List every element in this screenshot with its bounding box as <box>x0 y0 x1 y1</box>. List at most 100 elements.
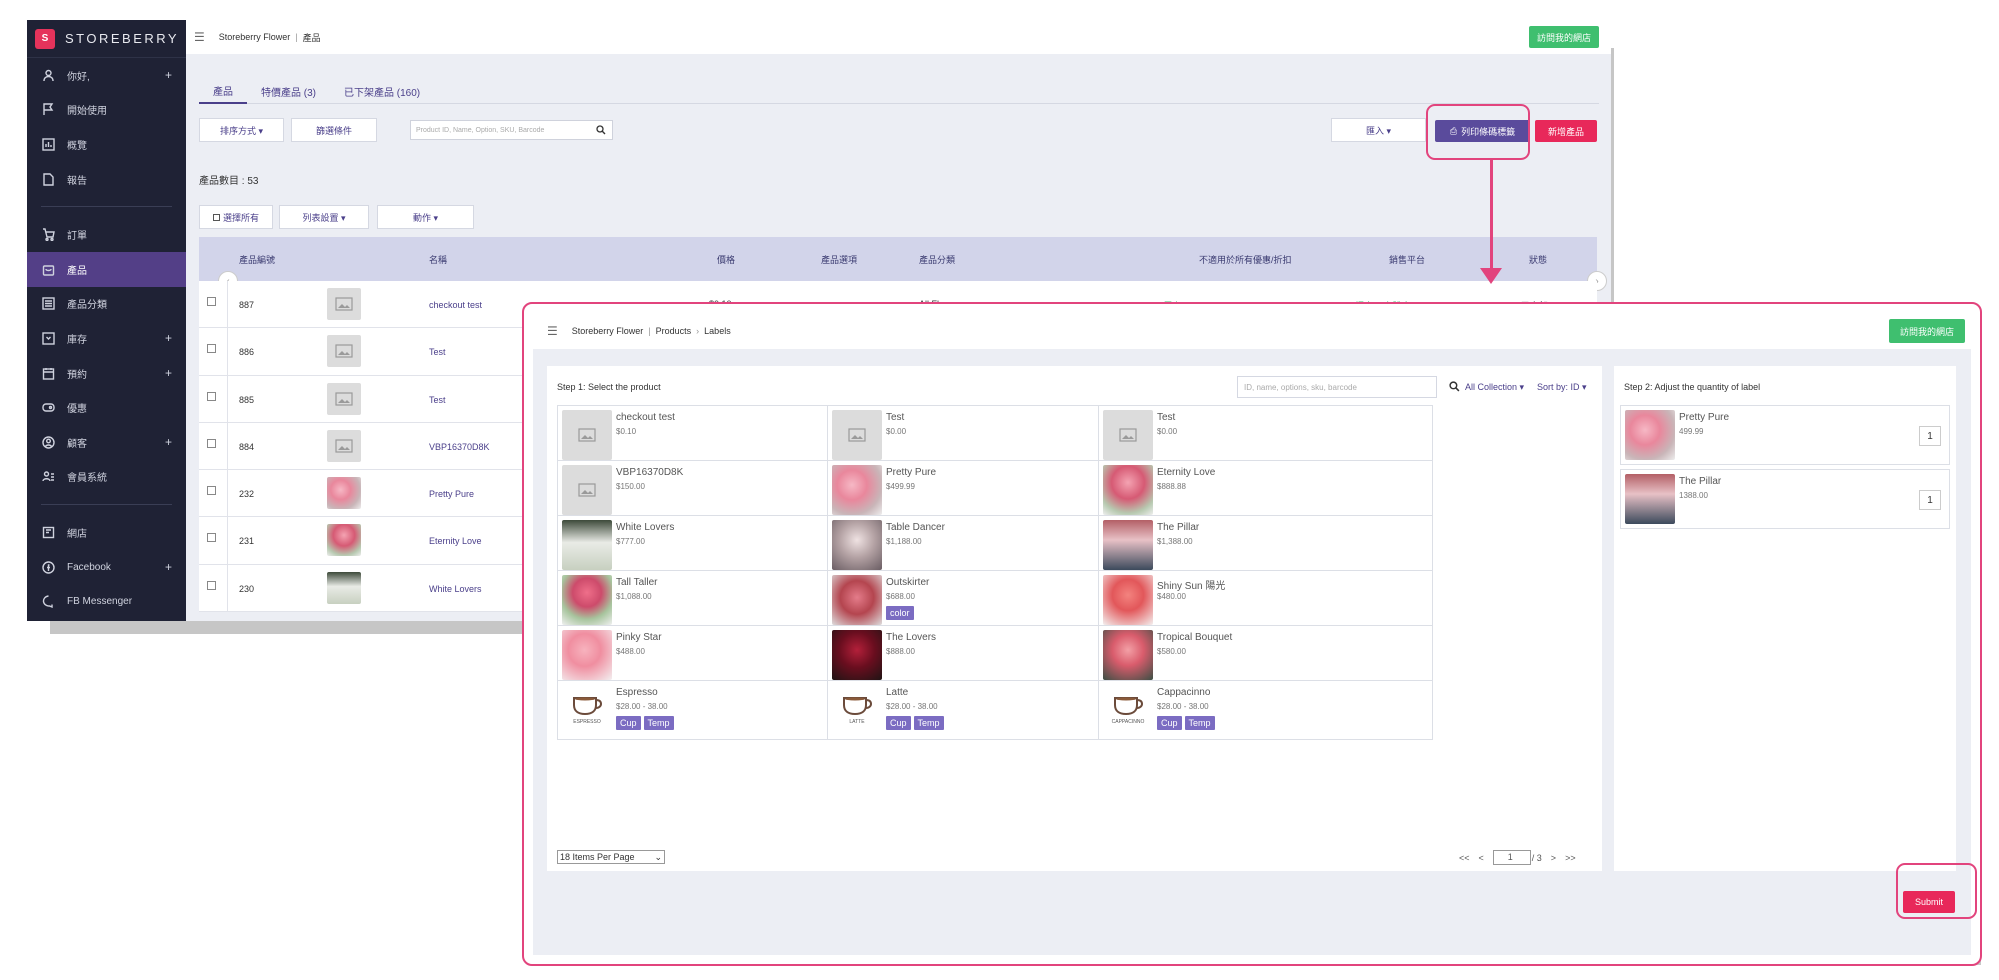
row-product-name[interactable]: Pretty Pure <box>429 489 474 499</box>
col-price[interactable]: 價格 <box>717 253 735 266</box>
visit-store-button[interactable]: 訪問我的網店 <box>1888 319 1965 343</box>
collection-dropdown[interactable]: All Collection ▾ <box>1465 382 1524 393</box>
breadcrumb-products[interactable]: Products <box>656 326 692 336</box>
quantity-input[interactable]: 1 <box>1919 490 1941 510</box>
sidebar-item[interactable]: 網店 <box>27 515 186 550</box>
page-total: / 3 <box>1531 852 1542 863</box>
product-price: $1,088.00 <box>616 592 652 601</box>
product-name: checkout test <box>616 412 675 423</box>
tab-sale-products[interactable]: 特價產品 (3) <box>247 78 330 104</box>
expand-plus-icon[interactable]: + <box>165 331 172 345</box>
product-card[interactable]: Tropical Bouquet $580.00 <box>1098 625 1433 685</box>
actions-dropdown[interactable]: 動作 ▾ <box>377 205 474 229</box>
product-price: $488.00 <box>616 647 645 656</box>
option-tag[interactable]: Temp <box>643 716 674 730</box>
nav-divider <box>41 504 172 506</box>
sidebar-item[interactable]: 你好, + <box>27 58 186 93</box>
option-tag[interactable]: color <box>886 606 914 620</box>
sidebar-item[interactable]: 顧客 + <box>27 425 186 460</box>
col-name[interactable]: 名稱 <box>429 253 447 266</box>
row-checkbox[interactable] <box>207 486 216 496</box>
sidebar-item[interactable]: 會員系統 <box>27 460 186 495</box>
sort-dropdown[interactable]: Sort by: ID ▾ <box>1537 382 1587 393</box>
sidebar-item[interactable]: 概覽 <box>27 127 186 162</box>
sidebar-item[interactable]: 庫存 + <box>27 321 186 356</box>
menu-toggle-icon[interactable]: ☰ <box>194 30 205 44</box>
sort-dropdown[interactable]: 排序方式 ▾ <box>199 118 284 142</box>
sidebar-item[interactable]: 產品 <box>27 251 186 287</box>
label-search-input[interactable]: ID, name, options, sku, barcode <box>1237 376 1460 398</box>
list-settings-dropdown[interactable]: 列表設置 ▾ <box>279 205 369 229</box>
option-tag[interactable]: Cup <box>616 716 641 730</box>
breadcrumb-store[interactable]: Storeberry Flower <box>572 326 644 336</box>
sidebar-item[interactable]: Facebook + <box>27 550 186 585</box>
search-placeholder: Product ID, Name, Option, SKU, Barcode <box>416 126 545 134</box>
search-icon[interactable] <box>596 125 606 137</box>
row-checkbox[interactable] <box>207 391 216 401</box>
option-tag[interactable]: Cup <box>886 716 911 730</box>
visit-store-button[interactable]: 訪問我的網店 <box>1528 26 1599 48</box>
row-checkbox[interactable] <box>207 438 216 448</box>
product-thumbnail <box>1625 474 1675 524</box>
next-page-button[interactable]: > <box>1551 853 1556 863</box>
sidebar-item[interactable]: 產品分類 <box>27 287 186 322</box>
row-product-name[interactable]: checkout test <box>429 300 482 310</box>
last-page-button[interactable]: >> <box>1565 853 1576 863</box>
product-price: $0.00 <box>1157 427 1178 436</box>
first-page-button[interactable]: << <box>1459 853 1470 863</box>
expand-plus-icon[interactable]: + <box>165 560 172 574</box>
breadcrumb-store[interactable]: Storeberry Flower <box>219 32 291 42</box>
col-product-id[interactable]: 產品編號 <box>239 253 275 266</box>
option-tag[interactable]: Cup <box>1157 716 1182 730</box>
expand-plus-icon[interactable]: + <box>165 435 172 449</box>
product-price: $888.00 <box>886 647 915 656</box>
product-card[interactable]: Test $0.00 <box>1098 405 1433 465</box>
sidebar-item[interactable]: FB Messenger <box>27 584 186 619</box>
row-product-name[interactable]: Test <box>429 395 446 405</box>
expand-plus-icon[interactable]: + <box>165 68 172 82</box>
product-card[interactable]: Shiny Sun 陽光 $480.00 <box>1098 570 1433 630</box>
new-product-button[interactable]: 新增產品 <box>1535 120 1597 142</box>
step1-panel: Step 1: Select the product ID, name, opt… <box>547 366 1602 871</box>
search-placeholder: ID, name, options, sku, barcode <box>1244 382 1357 392</box>
sidebar-item-label: 開始使用 <box>67 106 107 118</box>
sidebar-item-label: 產品分類 <box>67 300 107 312</box>
product-search-input[interactable]: Product ID, Name, Option, SKU, Barcode <box>410 120 613 140</box>
product-name: Latte <box>886 687 909 698</box>
menu-toggle-icon[interactable]: ☰ <box>547 324 558 338</box>
product-card[interactable]: The Pillar $1,388.00 <box>1098 515 1433 575</box>
sidebar-item[interactable]: 優惠 <box>27 390 186 425</box>
option-tag[interactable]: Temp <box>913 716 944 730</box>
product-name: Table Dancer <box>886 522 945 533</box>
sidebar-item[interactable]: 訂單 <box>27 217 186 252</box>
prev-page-button[interactable]: < <box>1479 853 1484 863</box>
sidebar-item[interactable]: 報告 <box>27 162 186 197</box>
select-all-checkbox[interactable]: 選擇所有 <box>199 205 273 229</box>
tab-products[interactable]: 產品 <box>199 78 247 104</box>
row-checkbox[interactable] <box>207 297 216 306</box>
sidebar-item-label: 報告 <box>67 175 87 187</box>
per-page-select[interactable]: 18 Items Per Page ⌄ <box>557 850 665 864</box>
row-product-name[interactable]: VBP16370D8K <box>429 442 490 452</box>
quantity-input[interactable]: 1 <box>1919 426 1941 446</box>
row-product-name[interactable]: White Lovers <box>429 584 482 594</box>
row-checkbox[interactable] <box>207 580 216 590</box>
row-checkbox[interactable] <box>207 344 216 354</box>
product-card[interactable]: CAPPACINNO Cappacinno $28.00 - 38.00 Cup Tem… <box>1098 680 1433 740</box>
option-tags: color <box>886 606 914 620</box>
filter-button[interactable]: 篩選條件 <box>291 118 377 142</box>
import-dropdown[interactable]: 匯入 ▾ <box>1331 118 1426 142</box>
row-checkbox[interactable] <box>207 533 216 543</box>
row-product-name[interactable]: Test <box>429 347 446 357</box>
product-thumbnail <box>327 429 361 462</box>
tab-unlisted-products[interactable]: 已下架產品 (160) <box>330 78 434 104</box>
expand-plus-icon[interactable]: + <box>165 366 172 380</box>
product-card[interactable]: Eternity Love $888.88 <box>1098 460 1433 520</box>
search-icon[interactable] <box>1449 381 1460 394</box>
option-tag[interactable]: Temp <box>1184 716 1215 730</box>
page-number-input[interactable]: 1 <box>1492 850 1531 865</box>
row-product-name[interactable]: Eternity Love <box>429 536 482 546</box>
product-thumbnail: ESPRESSO <box>562 685 612 735</box>
sidebar-item[interactable]: 開始使用 <box>27 93 186 128</box>
sidebar-item[interactable]: 預約 + <box>27 356 186 391</box>
